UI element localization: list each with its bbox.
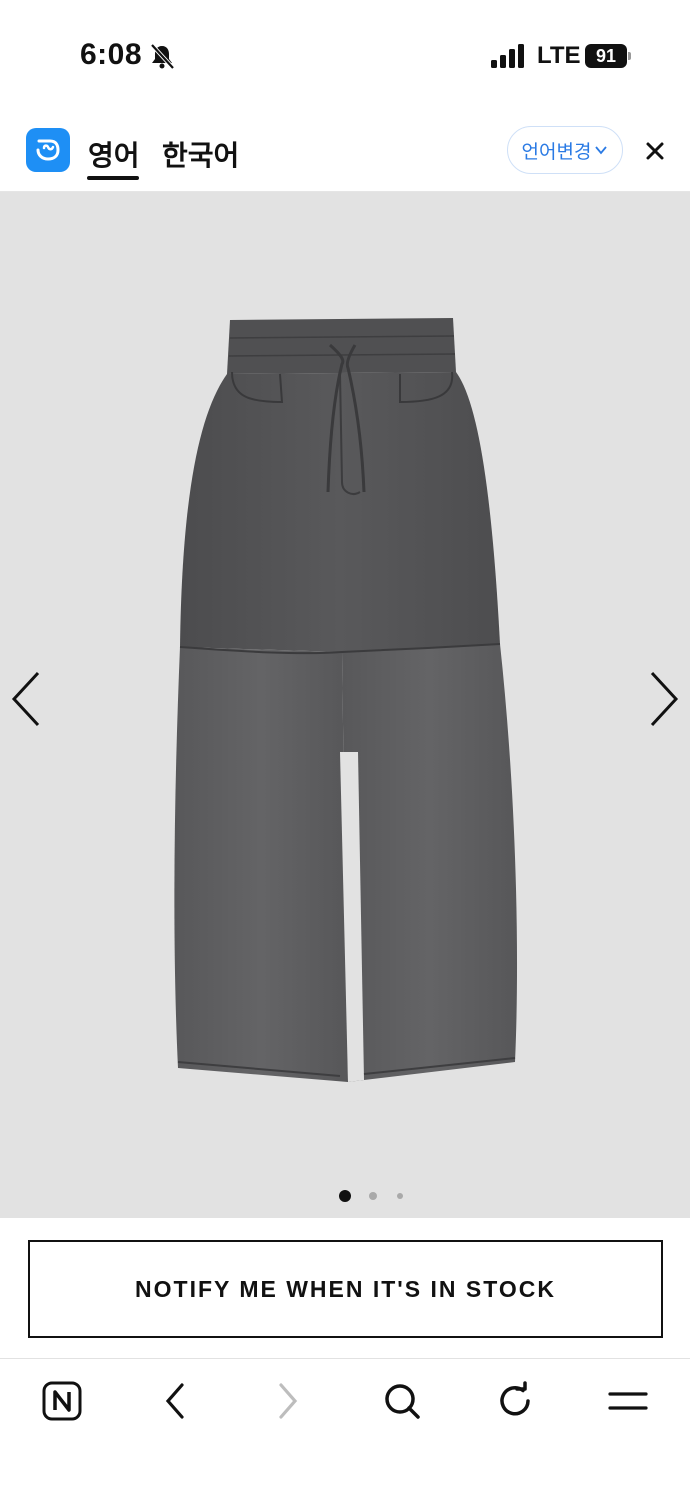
slide-dot-3[interactable] (397, 1193, 403, 1199)
change-language-button[interactable]: 언어변경 (507, 126, 623, 174)
naver-home-icon[interactable] (32, 1379, 92, 1423)
change-language-label: 언어변경 (521, 140, 592, 163)
notify-in-stock-button[interactable]: NOTIFY ME WHEN IT'S IN STOCK (28, 1240, 663, 1338)
status-time: 6:08 (80, 38, 143, 71)
mute-icon (150, 43, 175, 70)
chevron-left-icon[interactable] (8, 667, 48, 731)
product-image (174, 318, 518, 1082)
tab-target-language[interactable]: 한국어 (162, 134, 239, 174)
signal-icon (491, 44, 524, 68)
translate-bar: 영어 한국어 언어변경 (0, 110, 690, 192)
status-bar: 6:08 LTE 91 (0, 0, 690, 110)
translate-logo-icon[interactable] (26, 128, 70, 172)
slide-indicator (0, 1190, 690, 1202)
search-icon[interactable] (372, 1379, 432, 1423)
forward-icon[interactable] (258, 1379, 318, 1423)
active-tab-indicator (87, 176, 139, 180)
product-image-gallery[interactable] (0, 192, 690, 1218)
chevron-right-icon[interactable] (642, 667, 682, 731)
chevron-down-icon (595, 146, 608, 155)
network-label: LTE (537, 42, 581, 69)
slide-dot-2[interactable] (369, 1192, 377, 1200)
menu-icon[interactable] (598, 1379, 658, 1423)
slide-dot-1[interactable] (339, 1190, 351, 1202)
tab-source-language[interactable]: 영어 (88, 134, 140, 174)
back-icon[interactable] (145, 1379, 205, 1423)
battery-icon: 91 (585, 44, 631, 68)
close-icon[interactable] (640, 136, 670, 166)
browser-toolbar (0, 1358, 690, 1500)
refresh-icon[interactable] (485, 1379, 545, 1423)
battery-level: 91 (585, 44, 627, 68)
